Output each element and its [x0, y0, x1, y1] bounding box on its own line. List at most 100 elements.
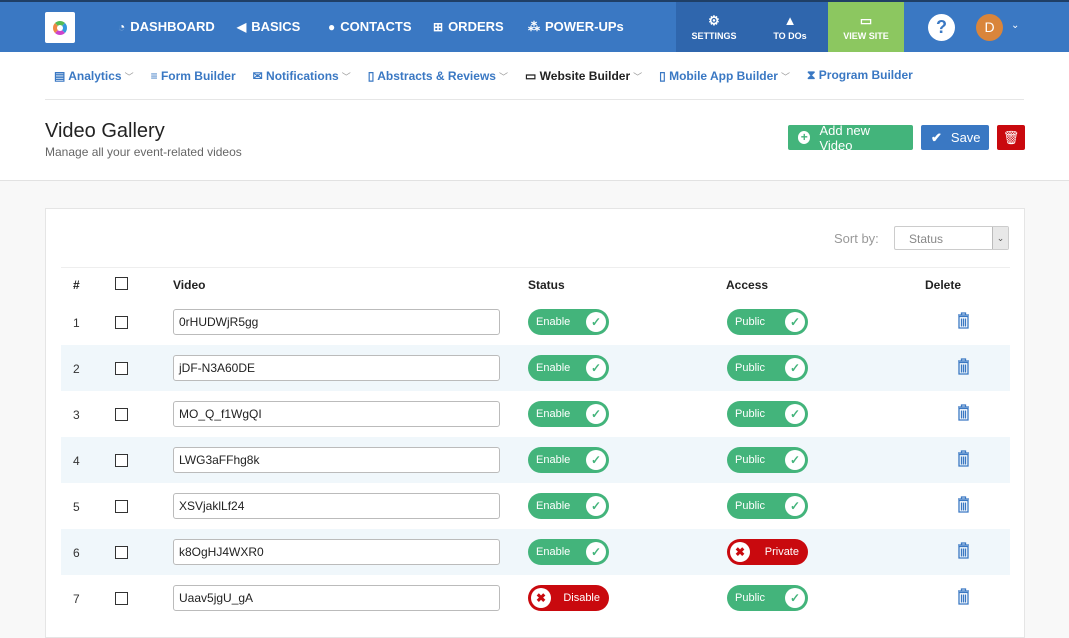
chevron-down-icon: ﹀	[498, 71, 508, 82]
access-toggle[interactable]: Private ✖	[727, 539, 808, 565]
video-id-input[interactable]: XSVjaklLf24	[173, 493, 500, 519]
subnav-icon: ⧗	[807, 68, 816, 82]
trash-icon[interactable]	[957, 450, 970, 467]
check-icon: ✔	[931, 129, 942, 145]
trash-icon[interactable]	[957, 496, 970, 513]
trash-icon[interactable]	[957, 588, 970, 605]
trash-icon[interactable]	[957, 542, 970, 559]
view-site-button[interactable]: ▭ VIEW SITE	[828, 2, 904, 52]
subnav-icon: ▭	[524, 68, 537, 83]
todos-button[interactable]: ▲ TO DOs	[752, 2, 828, 52]
settings-button[interactable]: ⚙ SETTINGS	[676, 2, 752, 52]
subnav-program-builder[interactable]: ⧗ Program Builder	[807, 68, 913, 83]
user-icon: ●	[328, 19, 336, 34]
subnav-mobile-app-builder[interactable]: ▯ Mobile App Builder ﹀	[659, 69, 790, 83]
check-icon: ✓	[785, 496, 805, 516]
help-button[interactable]: ?	[928, 14, 955, 41]
nav-dashboard[interactable]: ◔ DASHBOARD	[118, 19, 215, 34]
nav-orders[interactable]: ⊞ ORDERS	[433, 19, 504, 34]
trash-icon[interactable]	[957, 358, 970, 375]
subnav-notifications[interactable]: ✉ Notifications ﹀	[253, 69, 351, 83]
add-video-button[interactable]: + Add new Video	[788, 123, 913, 153]
nav-power-ups[interactable]: ⁂ POWER-UPs	[528, 19, 624, 34]
table-row: 7 Uaav5jgU_gA Disable ✖ Public ✓	[61, 575, 1010, 621]
check-icon: ✓	[785, 358, 805, 378]
video-id-input[interactable]: LWG3aFFhg8k	[173, 447, 500, 473]
chevron-down-icon: ﹀	[780, 71, 790, 82]
video-id-input[interactable]: MO_Q_f1WgQI	[173, 401, 500, 427]
subnav-form-builder[interactable]: ≡ Form Builder	[151, 69, 236, 83]
x-icon: ✖	[531, 588, 551, 608]
select-all-checkbox[interactable]	[115, 277, 128, 290]
check-icon: ✓	[586, 496, 606, 516]
delete-all-button[interactable]: 🗑	[997, 125, 1025, 150]
header-access: Access	[726, 278, 769, 292]
status-toggle[interactable]: Enable ✓	[528, 539, 609, 565]
check-icon: ✓	[785, 450, 805, 470]
access-toggle[interactable]: Public ✓	[727, 355, 808, 381]
page-title: Video Gallery	[45, 120, 165, 142]
trash-icon: 🗑	[1002, 129, 1020, 145]
row-checkbox[interactable]	[115, 546, 128, 559]
subnav-website-builder[interactable]: ▭ Website Builder ﹀	[525, 69, 642, 83]
plus-circle-icon: +	[798, 131, 811, 144]
access-toggle[interactable]: Public ✓	[727, 585, 808, 611]
cart-icon: ⊞	[433, 19, 444, 34]
subnav-icon: ▯	[367, 68, 375, 83]
check-icon: ✓	[586, 404, 606, 424]
status-toggle[interactable]: Enable ✓	[528, 447, 609, 473]
row-checkbox[interactable]	[115, 316, 128, 329]
row-checkbox[interactable]	[115, 592, 128, 605]
check-icon: ✓	[586, 312, 606, 332]
row-checkbox[interactable]	[115, 362, 128, 375]
table-row: 4 LWG3aFFhg8k Enable ✓ Public ✓	[61, 437, 1010, 483]
sort-label: Sort by:	[834, 231, 879, 246]
nav-basics[interactable]: ◀ BASICS	[237, 19, 300, 34]
gear-icon: ⚙	[708, 13, 720, 28]
status-toggle[interactable]: Disable ✖	[528, 585, 609, 611]
status-toggle[interactable]: Enable ✓	[528, 309, 609, 335]
check-icon: ✓	[785, 588, 805, 608]
logo[interactable]	[45, 12, 75, 43]
access-toggle[interactable]: Public ✓	[727, 493, 808, 519]
trash-icon[interactable]	[957, 312, 970, 329]
chevron-down-icon: ﹀	[124, 71, 134, 82]
rocket-icon: ▲	[783, 13, 797, 28]
video-id-input[interactable]: jDF-N3A60DE	[173, 355, 500, 381]
check-icon: ✓	[586, 358, 606, 378]
access-toggle[interactable]: Public ✓	[727, 309, 808, 335]
table-row: 2 jDF-N3A60DE Enable ✓ Public ✓	[61, 345, 1010, 391]
top-navbar: ◔ DASHBOARD ◀ BASICS ● CONTACTS ⊞ ORDERS ⁂ POWER-…	[0, 0, 1069, 52]
access-toggle[interactable]: Public ✓	[727, 401, 808, 427]
row-checkbox[interactable]	[115, 500, 128, 513]
subnav-abstracts-reviews[interactable]: ▯ Abstracts & Reviews ﹀	[368, 69, 508, 83]
header-number: #	[73, 278, 80, 292]
check-icon: ✓	[785, 312, 805, 332]
sub-navigation: ▤ Analytics ﹀ ≡ Form Builder ✉ Notification…	[45, 52, 1024, 100]
table-row: 1 0rHUDWjR5gg Enable ✓ Public ✓	[61, 299, 1010, 345]
page-header: ▤ Analytics ﹀ ≡ Form Builder ✉ Notification…	[0, 52, 1069, 181]
check-icon: ✓	[785, 404, 805, 424]
check-icon: ✓	[586, 542, 606, 562]
chevron-down-icon: ﹀	[633, 71, 643, 82]
access-toggle[interactable]: Public ✓	[727, 447, 808, 473]
video-id-input[interactable]: k8OgHJ4WXR0	[173, 539, 500, 565]
video-id-input[interactable]: Uaav5jgU_gA	[173, 585, 500, 611]
chevron-down-icon[interactable]: ⌄	[992, 227, 1008, 249]
sort-select[interactable]: Status ⌄	[894, 226, 1009, 250]
video-id-input[interactable]: 0rHUDWjR5gg	[173, 309, 500, 335]
avatar[interactable]: D	[976, 14, 1003, 41]
save-button[interactable]: ✔ Save	[921, 125, 989, 150]
nav-contacts[interactable]: ● CONTACTS	[328, 19, 412, 34]
row-checkbox[interactable]	[115, 454, 128, 467]
header-video: Video	[173, 278, 206, 292]
table-header: # Video Status Access Delete	[61, 267, 1010, 300]
chevron-down-icon[interactable]: ⌄	[1011, 20, 1019, 31]
status-toggle[interactable]: Enable ✓	[528, 355, 609, 381]
status-toggle[interactable]: Enable ✓	[528, 493, 609, 519]
subnav-icon: ≡	[150, 68, 158, 83]
subnav-analytics[interactable]: ▤ Analytics ﹀	[54, 69, 134, 83]
trash-icon[interactable]	[957, 404, 970, 421]
row-checkbox[interactable]	[115, 408, 128, 421]
status-toggle[interactable]: Enable ✓	[528, 401, 609, 427]
